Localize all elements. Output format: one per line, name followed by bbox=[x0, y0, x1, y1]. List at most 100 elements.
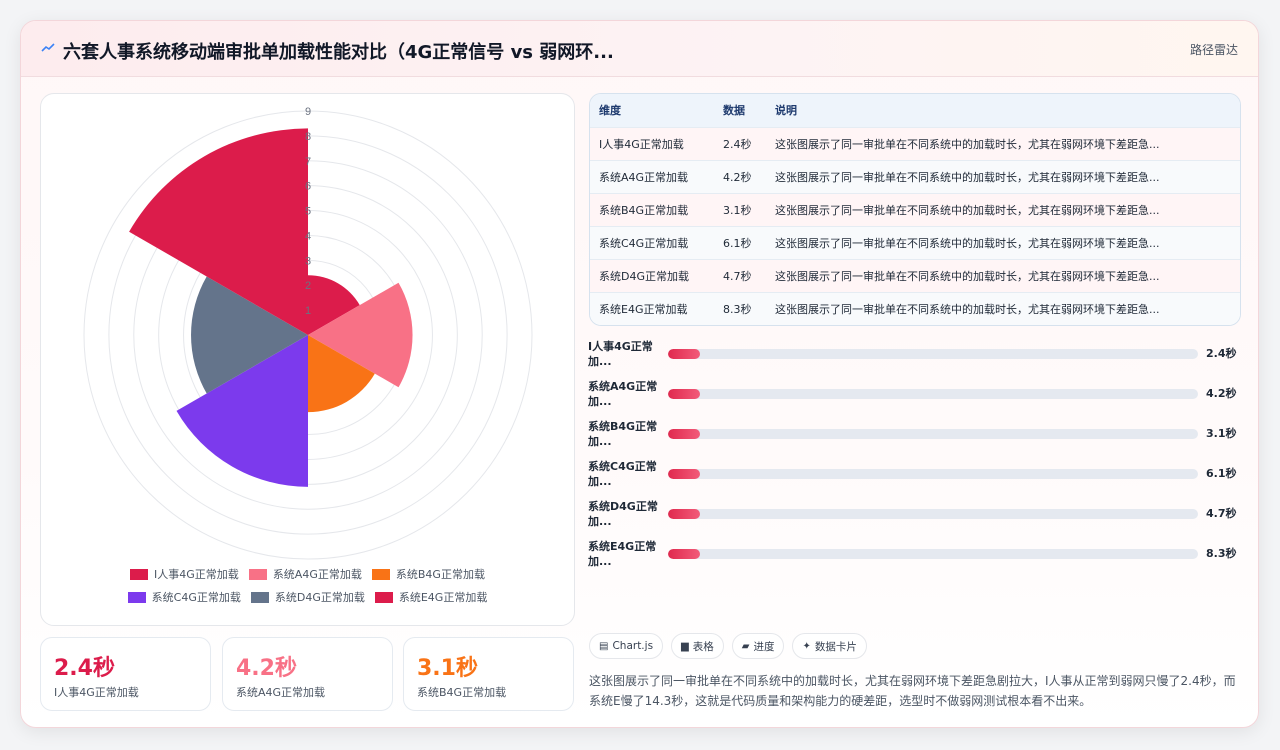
progress-value: 2.4秒 bbox=[1206, 347, 1237, 360]
chip-label: 表格 bbox=[692, 640, 714, 653]
dimension-cell: 系统B4G正常加载 bbox=[599, 203, 689, 217]
dimension-cell: 系统E4G正常加载 bbox=[599, 302, 688, 316]
legend-swatch bbox=[371, 568, 390, 580]
progress-value: 4.2秒 bbox=[1206, 387, 1237, 400]
note-cell: 这张图展示了同一审批单在不同系统中的加载时长，尤其在弱网环境下差距急... bbox=[775, 302, 1160, 316]
progress-track bbox=[668, 349, 1198, 359]
legend-item[interactable]: 系统A4G正常加载 bbox=[248, 566, 362, 582]
progress-row: I人事4G正常加... 2.4秒 bbox=[588, 339, 1248, 375]
polar-chart-panel: 1 2 3 4 5 6 7 8 9 I人事4G正常加载 系统A4G正常加载 系统B4G正常加载 系统C… bbox=[40, 93, 575, 626]
progress-fill bbox=[668, 349, 700, 359]
progress-label: 系统A4G正常加... bbox=[588, 380, 658, 408]
legend-item[interactable]: 系统C4G正常加载 bbox=[127, 589, 241, 605]
progress-row: 系统E4G正常加... 8.3秒 bbox=[588, 539, 1248, 575]
legend-label: 系统A4G正常加载 bbox=[272, 568, 362, 581]
legend-label: 系统E4G正常加载 bbox=[398, 591, 488, 604]
table-row: 系统B4G正常加载 3.1秒 这张图展示了同一审批单在不同系统中的加载时长，尤其在弱… bbox=[590, 193, 1240, 226]
stat-value: 3.1秒 bbox=[417, 656, 478, 681]
dimension-cell: 系统D4G正常加载 bbox=[599, 269, 689, 283]
trend-icon bbox=[41, 43, 55, 52]
dimension-cell: I人事4G正常加载 bbox=[599, 137, 684, 151]
stat-label: I人事4G正常加载 bbox=[54, 686, 139, 699]
progress-row: 系统C4G正常加... 6.1秒 bbox=[588, 459, 1248, 495]
chip-chart[interactable]: ▤ Chart.js bbox=[589, 633, 664, 659]
data-table: 维度 数据 说明 I人事4G正常加载 2.4秒 这张图展示了同一审批单在不同系统中的… bbox=[589, 93, 1241, 326]
legend-row: 系统C4G正常加载 系统D4G正常加载 系统E4G正常加载 bbox=[41, 589, 574, 605]
chip-label: Chart.js bbox=[612, 640, 654, 652]
radial-tick-label: 8 bbox=[305, 131, 311, 143]
radial-tick-label: 7 bbox=[305, 156, 311, 168]
legend-label: 系统B4G正常加载 bbox=[395, 568, 485, 581]
legend-swatch bbox=[250, 591, 269, 603]
progress-fill bbox=[668, 509, 700, 519]
table-icon: ▆ bbox=[681, 640, 689, 652]
chart-icon: ▤ bbox=[599, 640, 609, 652]
legend-item[interactable]: 系统D4G正常加载 bbox=[250, 589, 365, 605]
chip-label: 数据卡片 bbox=[814, 640, 857, 653]
progress-track bbox=[668, 509, 1198, 519]
legend-label: I人事4G正常加载 bbox=[154, 568, 239, 581]
progress-label: I人事4G正常加... bbox=[588, 340, 653, 368]
path-radar-link[interactable]: 路径雷达 bbox=[1190, 41, 1238, 58]
progress-fill bbox=[668, 469, 700, 479]
dimension-cell: 系统A4G正常加载 bbox=[599, 170, 689, 184]
header: 六套人事系统移动端审批单加载性能对比（4G正常信号 vs 弱网环... 路径雷达 bbox=[21, 21, 1258, 77]
chip-table[interactable]: ▆ 表格 bbox=[671, 633, 724, 659]
value-cell: 6.1秒 bbox=[723, 236, 752, 250]
progress-icon: ▰ bbox=[741, 640, 750, 652]
legend-swatch bbox=[127, 591, 146, 603]
radial-tick-label: 3 bbox=[305, 255, 311, 267]
note-cell: 这张图展示了同一审批单在不同系统中的加载时长，尤其在弱网环境下差距急... bbox=[775, 137, 1160, 151]
note-cell: 这张图展示了同一审批单在不同系统中的加载时长，尤其在弱网环境下差距急... bbox=[775, 170, 1160, 184]
value-cell: 2.4秒 bbox=[723, 137, 752, 151]
stat-card: 4.2秒 系统A4G正常加载 bbox=[222, 637, 393, 711]
stat-value: 2.4秒 bbox=[54, 656, 115, 681]
stat-value: 4.2秒 bbox=[236, 656, 297, 681]
table-row: I人事4G正常加载 2.4秒 这张图展示了同一审批单在不同系统中的加载时长，尤其在弱… bbox=[590, 127, 1240, 160]
stat-card: 2.4秒 I人事4G正常加载 bbox=[40, 637, 211, 711]
value-cell: 4.7秒 bbox=[723, 269, 752, 283]
progress-label: 系统B4G正常加... bbox=[588, 420, 658, 448]
radial-tick-label: 6 bbox=[305, 181, 311, 193]
progress-label: 系统E4G正常加... bbox=[588, 540, 657, 568]
progress-track bbox=[668, 429, 1198, 439]
progress-fill bbox=[668, 429, 700, 439]
chip-sparkle[interactable]: ✦ 数据卡片 bbox=[792, 633, 867, 659]
chip-label: 进度 bbox=[753, 640, 775, 653]
progress-value: 4.7秒 bbox=[1206, 507, 1237, 520]
value-cell: 8.3秒 bbox=[723, 302, 752, 316]
progress-value: 6.1秒 bbox=[1206, 467, 1237, 480]
note-cell: 这张图展示了同一审批单在不同系统中的加载时长，尤其在弱网环境下差距急... bbox=[775, 236, 1160, 250]
table-row: 系统A4G正常加载 4.2秒 这张图展示了同一审批单在不同系统中的加载时长，尤其在弱… bbox=[590, 160, 1240, 193]
legend-item[interactable]: 系统E4G正常加载 bbox=[374, 589, 488, 605]
stat-label: 系统B4G正常加载 bbox=[417, 686, 507, 699]
progress-fill bbox=[668, 549, 700, 559]
progress-value: 8.3秒 bbox=[1206, 547, 1237, 560]
value-cell: 4.2秒 bbox=[723, 170, 752, 184]
legend-item[interactable]: I人事4G正常加载 bbox=[130, 566, 239, 582]
table-header: 数据 bbox=[723, 104, 745, 118]
table-header: 维度 bbox=[599, 104, 621, 118]
stat-card: 3.1秒系统B4G正常加载 bbox=[403, 637, 574, 711]
progress-row: 系统D4G正常加... 4.7秒 bbox=[588, 499, 1248, 535]
table-header: 说明 bbox=[775, 104, 797, 118]
radial-tick-label: 9 bbox=[305, 106, 311, 118]
radial-tick-label: 2 bbox=[305, 280, 311, 292]
progress-row: 系统A4G正常加... 4.2秒 bbox=[588, 379, 1248, 415]
page-title: 六套人事系统移动端审批单加载性能对比（4G正常信号 vs 弱网环... bbox=[63, 42, 614, 63]
legend-swatch bbox=[130, 568, 149, 580]
table-header-row: 维度 数据 说明 bbox=[590, 94, 1240, 127]
table-row: 系统D4G正常加载 4.7秒 这张图展示了同一审批单在不同系统中的加载时长，尤其在弱… bbox=[590, 259, 1240, 292]
radial-tick-label: 4 bbox=[305, 230, 311, 242]
legend-item[interactable]: 系统B4G正常加载 bbox=[371, 566, 485, 582]
dimension-cell: 系统C4G正常加载 bbox=[599, 236, 689, 250]
radial-tick-label: 1 bbox=[305, 305, 311, 317]
legend-label: 系统D4G正常加载 bbox=[274, 591, 365, 604]
chip-progress[interactable]: ▰ 进度 bbox=[731, 633, 785, 659]
note-cell: 这张图展示了同一审批单在不同系统中的加载时长，尤其在弱网环境下差距急... bbox=[775, 203, 1160, 217]
progress-row: 系统B4G正常加... 3.1秒 bbox=[588, 419, 1248, 455]
sparkle-icon: ✦ bbox=[802, 640, 811, 652]
value-cell: 3.1秒 bbox=[723, 203, 752, 217]
legend-label: 系统C4G正常加载 bbox=[151, 591, 241, 604]
progress-fill bbox=[668, 389, 700, 399]
